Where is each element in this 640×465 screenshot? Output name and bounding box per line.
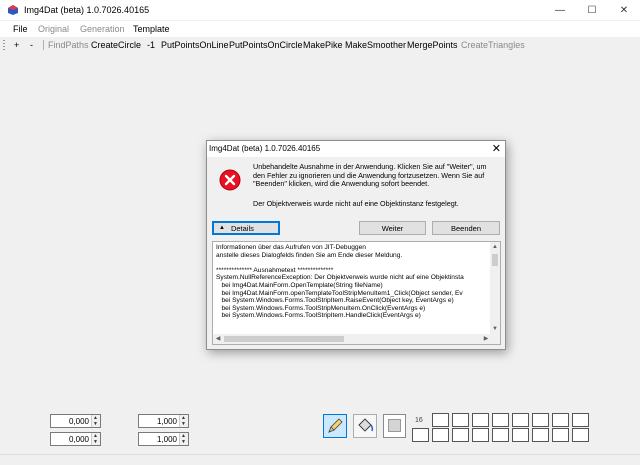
details-text: Informationen über das Aufrufen von JIT-… <box>216 244 464 320</box>
scroll-left-icon[interactable]: ◀ <box>213 334 223 344</box>
palette-color-cell[interactable] <box>552 413 569 427</box>
toolbar-separator <box>43 40 44 50</box>
continue-button-label: Weiter <box>381 223 404 233</box>
details-button[interactable]: ▲ Details <box>212 221 280 235</box>
offset-y-value: 0,000 <box>68 435 89 444</box>
scale-y-value: 1,000 <box>156 435 177 444</box>
pencil-tool-button[interactable] <box>323 414 347 438</box>
window-title: Img4Dat (beta) 1.0.7026.40165 <box>24 5 150 15</box>
scroll-up-icon[interactable]: ▲ <box>490 242 500 252</box>
spin-down-icon[interactable]: ▼ <box>181 440 186 445</box>
palette-color-cell[interactable] <box>472 413 489 427</box>
scrollbar-corner <box>490 334 500 344</box>
maximize-icon: ☐ <box>587 4 597 16</box>
vertical-scrollbar[interactable]: ▲ ▼ <box>490 242 500 334</box>
makesmoother-button[interactable]: MakeSmoother <box>345 40 406 50</box>
close-window-button[interactable]: ✕ <box>608 0 640 20</box>
dialog-title-bar: Img4Dat (beta) 1.0.7026.40165 ✕ <box>207 141 505 157</box>
current-color-swatch[interactable] <box>383 414 406 438</box>
menu-generation[interactable]: Generation <box>80 24 125 34</box>
zoom-in-button[interactable]: + <box>14 40 19 50</box>
putpointsonline-button[interactable]: PutPointsOnLine <box>161 40 229 50</box>
error-icon <box>219 169 241 191</box>
menu-template[interactable]: Template <box>133 24 170 34</box>
dialog-close-button[interactable]: ✕ <box>492 142 501 155</box>
mergepoints-button[interactable]: MergePoints <box>407 40 458 50</box>
details-textbox[interactable]: Informationen über das Aufrufen von JIT-… <box>212 241 501 345</box>
menu-original[interactable]: Original <box>38 24 69 34</box>
scale-x-spinner[interactable]: 1,000 ▲ ▼ <box>138 414 189 428</box>
palette-color-cell[interactable] <box>452 428 469 442</box>
dialog-message-null-reference: Der Objektverweis wurde nicht auf eine O… <box>253 199 459 208</box>
dialog-message: Unbehandelte Ausnahme in der Anwendung. … <box>253 162 487 189</box>
toolbar-grip[interactable] <box>3 40 5 50</box>
fill-bucket-tool-button[interactable] <box>353 414 377 438</box>
scale-y-spinner[interactable]: 1,000 ▲ ▼ <box>138 432 189 446</box>
maximize-button[interactable]: ☐ <box>576 0 608 20</box>
spin-down-icon[interactable]: ▼ <box>93 422 98 427</box>
palette-color-cell[interactable] <box>492 428 509 442</box>
createcircle-button[interactable]: CreateCircle <box>91 40 141 50</box>
error-dialog: Img4Dat (beta) 1.0.7026.40165 ✕ Unbehand… <box>206 140 506 350</box>
offset-x-value: 0,000 <box>68 417 89 426</box>
palette-color-cell[interactable] <box>412 428 429 442</box>
toolbar: + - FindPaths CreateCircle -1 PutPointsO… <box>0 37 640 53</box>
title-bar: Img4Dat (beta) 1.0.7026.40165 — ☐ ✕ <box>0 0 640 20</box>
details-button-label: Details <box>230 223 254 233</box>
menu-file[interactable]: File <box>13 24 28 34</box>
minimize-icon: — <box>555 4 565 16</box>
pencil-icon <box>328 418 343 433</box>
palette-color-cell[interactable] <box>572 428 589 442</box>
horizontal-scrollbar[interactable]: ◀ ▶ <box>213 334 491 344</box>
spinner-arrows[interactable]: ▲ ▼ <box>179 433 188 445</box>
palette-color-cell[interactable] <box>572 413 589 427</box>
palette-color-cell[interactable] <box>552 428 569 442</box>
quit-button[interactable]: Beenden <box>432 221 500 235</box>
makepike-button[interactable]: MakePike <box>303 40 343 50</box>
palette-color-cell[interactable] <box>432 428 449 442</box>
palette-count-label: 16 <box>415 417 423 424</box>
horizontal-scroll-thumb[interactable] <box>224 336 344 342</box>
vertical-scroll-thumb[interactable] <box>492 254 498 266</box>
palette-color-cell[interactable] <box>452 413 469 427</box>
offset-y-spinner[interactable]: 0,000 ▲ ▼ <box>50 432 101 446</box>
zoom-out-button[interactable]: - <box>30 40 33 50</box>
scale-x-value: 1,000 <box>156 417 177 426</box>
current-color-fill <box>388 419 401 432</box>
putpointsoncircle-button[interactable]: PutPointsOnCircle <box>229 40 303 50</box>
spinner-arrows[interactable]: ▲ ▼ <box>179 415 188 427</box>
close-icon: ✕ <box>619 4 629 16</box>
palette-color-cell[interactable] <box>492 413 509 427</box>
dialog-title: Img4Dat (beta) 1.0.7026.40165 <box>209 144 321 153</box>
quit-button-label: Beenden <box>450 223 482 233</box>
findpaths-button[interactable]: FindPaths <box>48 40 89 50</box>
palette-color-cell[interactable] <box>532 428 549 442</box>
scroll-down-icon[interactable]: ▼ <box>490 324 500 334</box>
app-icon <box>8 5 18 15</box>
minimize-button[interactable]: — <box>544 0 576 20</box>
spinner-arrows[interactable]: ▲ ▼ <box>91 433 100 445</box>
palette-color-cell[interactable] <box>512 413 529 427</box>
palette-color-cell[interactable] <box>432 413 449 427</box>
createtriangles-button[interactable]: CreateTriangles <box>461 40 525 50</box>
offset-x-spinner[interactable]: 0,000 ▲ ▼ <box>50 414 101 428</box>
main-window: Img4Dat (beta) 1.0.7026.40165 — ☐ ✕ File… <box>0 0 640 465</box>
palette-color-cell[interactable] <box>472 428 489 442</box>
palette-color-cell[interactable] <box>532 413 549 427</box>
palette-color-cell[interactable] <box>512 428 529 442</box>
spin-down-icon[interactable]: ▼ <box>93 440 98 445</box>
menu-bar: File Original Generation Template <box>0 21 640 37</box>
caret-up-icon: ▲ <box>219 225 225 231</box>
continue-button[interactable]: Weiter <box>359 221 426 235</box>
spinner-arrows[interactable]: ▲ ▼ <box>91 415 100 427</box>
spin-down-icon[interactable]: ▼ <box>181 422 186 427</box>
minus-one-button[interactable]: -1 <box>147 40 155 50</box>
status-bar <box>0 454 640 465</box>
paint-bucket-icon <box>358 418 374 432</box>
